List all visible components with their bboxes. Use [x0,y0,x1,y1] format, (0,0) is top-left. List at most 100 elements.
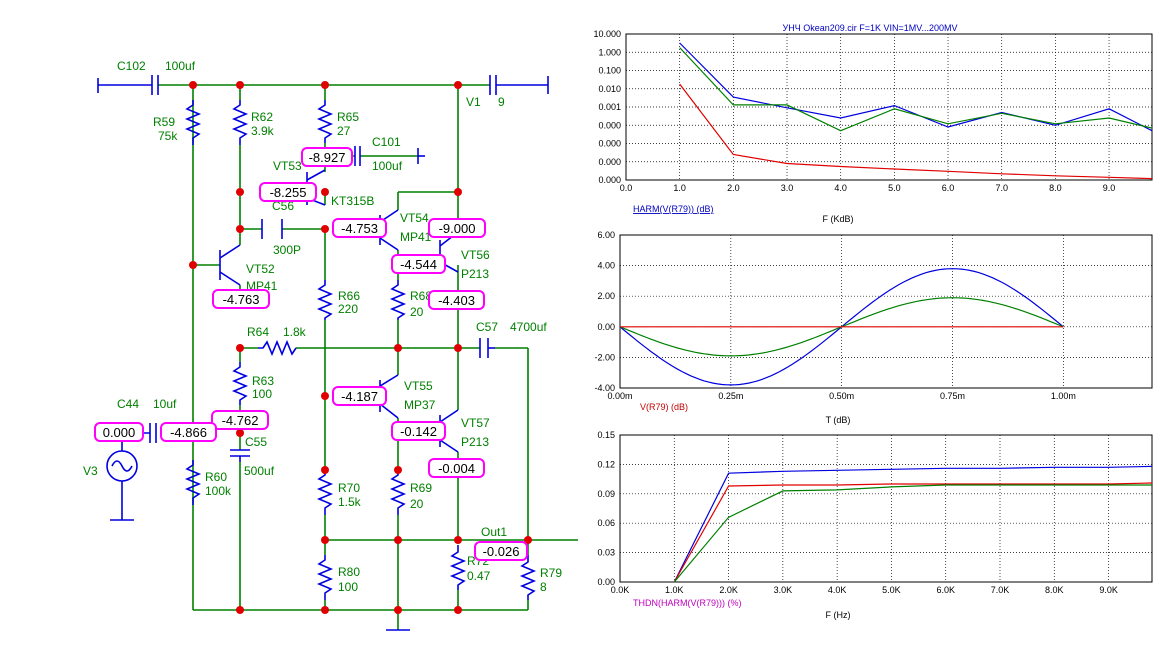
simulation-plots[interactable]: УНЧ Okean209.cir F=1K VIN=1MV...200MV 0.… [580,0,1154,649]
y-axis-label: HARM(V(R79)) (dB) [633,204,714,214]
series-line-blue [679,42,1153,132]
y-tick-label: -4.00 [594,383,615,393]
x-tick-label: 0.25m [718,391,743,401]
component-label-v3: V3 [83,464,98,478]
component-label-r69v: 20 [410,497,424,511]
component-label-p213a: P213 [461,267,489,281]
junction-dot [236,225,244,233]
junction-dot [189,81,197,89]
x-tick-label: 1.0 [673,183,686,193]
x-tick-label: 7.0 [995,183,1008,193]
junction-dot [321,225,329,233]
x-tick-label: 5.0K [882,585,901,595]
x-axis-label: T (dB) [826,415,851,425]
component-label-c55: C55 [245,435,267,449]
junction-dot [454,344,462,352]
voltage-value: -8.255 [270,185,307,200]
circuit-schematic[interactable]: C102 100uf R5975k R623.9k R6527 C101 100uf V1 9 V… [0,0,580,649]
component-label-c57v: 4700uf [510,320,547,334]
voltage-tag-n11[interactable]: -4.866 [160,422,217,442]
component-label-c55v: 500uf [244,464,275,478]
y-tick-label: 0.00 [597,322,615,332]
x-tick-label: 2.0 [727,183,740,193]
voltage-value: -4.403 [438,293,475,308]
series-line-green [673,484,1152,583]
component-label-r80v: 100 [338,580,358,594]
component-label-r66v: 220 [338,302,358,316]
y-tick-label: 0.12 [597,459,615,469]
junction-dot [394,536,402,544]
y-tick-label: 0.06 [597,518,615,528]
y-tick-label: 0.100 [598,66,621,76]
component-label-r65: R65 [337,110,359,124]
y-tick-label: -2.00 [594,352,615,362]
chart-thd[interactable]: 0.0K 1.0K 2.0K 3.0K 4.0K 5.0K 6.0K 7.0K 8.0K 9.0K… [597,430,1154,620]
component-label-c44: C44 [117,397,139,411]
voltage-value: -4.544 [400,257,437,272]
junction-dot [189,261,197,269]
x-axis-label: F (KdB) [822,214,853,224]
voltage-tag-n7[interactable]: -4.403 [428,290,485,310]
voltage-tag-n5[interactable]: -4.544 [391,254,446,274]
voltage-tag-n6[interactable]: -4.763 [212,289,270,309]
component-label-c44v: 10uf [153,397,177,411]
junction-dot [236,188,244,196]
chart-harmonics[interactable]: 0.0 1.0 2.0 3.0 4.0 5.0 6.0 7.0 8.0 9.0 10.000 1.00… [593,29,1153,224]
junction-dot [321,392,329,400]
voltage-tag-n2[interactable]: -8.255 [259,182,317,202]
component-label-r64v: 1.8k [283,325,307,339]
component-label-r62v: 3.9k [251,124,275,138]
y-tick-label: 1.000 [598,47,621,57]
component-label-c101v: 100uf [372,159,403,173]
junction-dot [321,466,329,474]
voltage-value: -0.004 [438,461,475,476]
voltage-tag-n3[interactable]: -4.753 [332,218,387,238]
x-tick-label: 8.0K [1045,585,1064,595]
component-label-c102: C102 [117,59,146,73]
chart-time-domain[interactable]: 0.00m0.25m0.50m0.75m1.00m16.004.002.000.… [594,230,1154,425]
component-label-r68v: 20 [410,305,424,319]
x-tick-label: 1.0K [665,585,684,595]
junction-dot [321,606,329,614]
x-tick-label: 5.0 [888,183,901,193]
junction-dot [454,536,462,544]
junction-dot [454,81,462,89]
x-tick-label: 1.00m [1051,391,1076,401]
voltage-tag-n12[interactable]: -0.142 [391,421,446,441]
component-label-vt56: VT56 [461,248,490,262]
voltage-value: -4.762 [222,413,259,428]
voltage-value: -0.026 [483,544,520,559]
voltage-value: -8.927 [309,150,346,165]
component-label-vt54: VT54 [400,211,429,225]
component-label-r63v: 100 [252,387,272,401]
x-tick-label: 9.0 [1103,183,1116,193]
y-tick-label: 0.000 [598,175,621,185]
voltage-tag-n8[interactable]: -4.187 [332,386,387,406]
voltage-tag-n1[interactable]: -8.927 [301,147,353,167]
junction-dot [454,188,462,196]
y-tick-label: 10.000 [593,29,621,39]
voltage-tag-n14[interactable]: -0.026 [474,541,528,561]
voltage-tag-n10[interactable]: 0.000 [94,422,144,442]
voltage-tag-n4[interactable]: -9.000 [428,218,486,238]
component-label-c101: C101 [372,135,401,149]
y-tick-label: 0.03 [597,548,615,558]
x-tick-label: 8.0 [1049,183,1062,193]
voltage-tag-n9[interactable]: -4.762 [211,410,269,430]
node-voltage-labels: -8.927 -8.255 -4.753 -9.000 -4.544 -4.763 -4.4… [94,147,528,561]
y-axis-label: THDN(HARM(V(R79))) (%) [633,598,742,608]
y-axis-label: V(R79) (dB) [640,402,688,412]
junction-dot [321,536,329,544]
voltage-value: -4.753 [341,221,378,236]
voltage-tag-n13[interactable]: -0.004 [428,458,485,478]
junction-dot [394,466,402,474]
series-line-red [673,482,1153,583]
junction-dot [236,81,244,89]
y-tick-label: 0.000 [598,157,621,167]
y-tick-label: 0.000 [598,120,621,130]
series-line-red [679,83,1153,180]
component-label-r59: R59 [153,115,175,129]
plot-frame [619,434,1153,583]
component-label-vt53: VT53 [273,159,302,173]
junction-dot [321,81,329,89]
